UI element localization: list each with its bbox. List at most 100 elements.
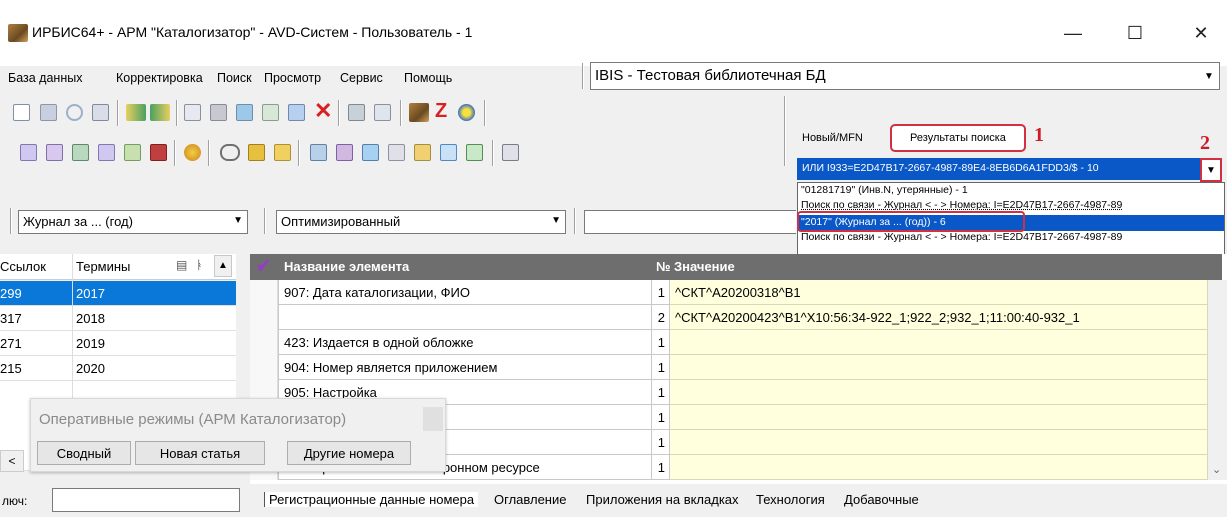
- link-icon[interactable]: [220, 144, 240, 161]
- chevron-down-icon[interactable]: ▼: [1199, 63, 1219, 89]
- copy-record-icon[interactable]: [92, 104, 109, 121]
- table-row[interactable]: 2 ^СКТ^A20200423^B1^X10:56:34-922_1;922_2…: [250, 305, 1208, 330]
- z-server-icon[interactable]: Z: [435, 100, 452, 122]
- arrow-icon[interactable]: [362, 144, 379, 161]
- menu-search[interactable]: Поиск: [217, 71, 252, 85]
- table-row[interactable]: 907: Дата каталогизации, ФИО 1 ^СКТ^A20200…: [250, 280, 1208, 305]
- table-row[interactable]: 904: Номер является приложением 1: [250, 355, 1208, 380]
- other-issues-button[interactable]: Другие номера: [287, 441, 411, 465]
- column-name[interactable]: Название элемента: [284, 259, 409, 274]
- column-links[interactable]: Ссылок: [0, 259, 46, 274]
- report-icon[interactable]: [440, 144, 457, 161]
- search-term-input[interactable]: [584, 210, 796, 234]
- mode-select[interactable]: Оптимизированный ▼: [276, 210, 566, 234]
- chevron-down-icon[interactable]: ▼: [1200, 158, 1222, 182]
- field-value[interactable]: ^СКТ^A20200318^B1: [670, 280, 1208, 305]
- field-value[interactable]: [670, 330, 1208, 355]
- tree-icon[interactable]: [262, 104, 279, 121]
- check-icon[interactable]: ✔: [256, 256, 271, 277]
- settings-icon[interactable]: [502, 144, 519, 161]
- folder-open-icon[interactable]: [248, 144, 265, 161]
- prev-record-icon[interactable]: [126, 104, 146, 121]
- tab-attachments[interactable]: Приложения на вкладках: [582, 492, 743, 507]
- separator: [492, 140, 494, 166]
- tab-additional[interactable]: Добавочные: [840, 492, 923, 507]
- pin-icon[interactable]: ᚭ: [196, 258, 203, 272]
- list-item[interactable]: 215 2020: [0, 356, 236, 381]
- eraser-icon[interactable]: [150, 144, 167, 161]
- column-number[interactable]: №: [656, 259, 671, 274]
- column-terms[interactable]: Термины: [76, 259, 130, 274]
- field-value[interactable]: [670, 380, 1208, 405]
- field-value[interactable]: [670, 455, 1208, 480]
- save-icon[interactable]: [40, 104, 57, 121]
- menu-database[interactable]: База данных: [8, 71, 82, 85]
- list-item[interactable]: 299 2017: [0, 281, 236, 306]
- catalog-3-icon[interactable]: [98, 144, 115, 161]
- scroll-left-icon[interactable]: <: [0, 450, 24, 472]
- globe-icon[interactable]: [458, 104, 475, 121]
- maximize-button[interactable]: ☐: [1112, 16, 1158, 50]
- field-value[interactable]: [670, 430, 1208, 455]
- tab-new-mfn[interactable]: Новый/MFN: [802, 132, 863, 144]
- layers-icon[interactable]: [236, 104, 253, 121]
- dropdown-item[interactable]: Поиск по связи - Журнал < - > Номера: I=…: [801, 231, 1122, 243]
- catalog-2-icon[interactable]: [46, 144, 63, 161]
- field-name: 907: Дата каталогизации, ФИО: [278, 280, 652, 305]
- tab-search-results[interactable]: Результаты поиска: [890, 124, 1026, 152]
- dropdown-item[interactable]: Поиск по связи - Журнал < - > Номера: I=…: [801, 199, 1122, 211]
- search-results-combo[interactable]: ИЛИ I933=E2D47B17-2667-4987-89E4-8EB6D6A…: [797, 158, 1201, 180]
- tab-technology[interactable]: Технология: [752, 492, 829, 507]
- database-select[interactable]: IBIS - Тестовая библиотечная БД ▼: [590, 62, 1220, 90]
- close-button[interactable]: ✕: [1178, 16, 1224, 50]
- image-icon[interactable]: [72, 144, 89, 161]
- undo-icon[interactable]: [66, 104, 83, 121]
- dropdown-item[interactable]: "01281719" (Инв.N, утерянные) - 1: [801, 184, 968, 196]
- delete-icon[interactable]: ✕: [314, 100, 332, 122]
- field-name: [278, 305, 652, 330]
- menu-edit[interactable]: Корректировка: [116, 71, 203, 85]
- new-article-button[interactable]: Новая статья: [135, 441, 265, 465]
- print-icon[interactable]: [348, 104, 365, 121]
- popup-handle[interactable]: [423, 407, 443, 431]
- format-icon[interactable]: [184, 104, 201, 121]
- folder-star-icon[interactable]: [414, 144, 431, 161]
- new-document-icon[interactable]: [13, 104, 30, 121]
- table-row[interactable]: 423: Издается в одной обложке 1: [250, 330, 1208, 355]
- tools-icon[interactable]: [184, 144, 201, 161]
- branch-icon[interactable]: [124, 144, 141, 161]
- chevron-down-icon[interactable]: ⌄: [1212, 463, 1221, 476]
- catalog-icon[interactable]: [20, 144, 37, 161]
- scroll-up-icon[interactable]: ▲: [214, 255, 232, 277]
- next-record-icon[interactable]: [150, 104, 170, 121]
- folder-icon[interactable]: [274, 144, 291, 161]
- chevron-down-icon[interactable]: ▼: [551, 215, 561, 226]
- spreadsheet-icon[interactable]: [466, 144, 483, 161]
- list-item[interactable]: 317 2018: [0, 306, 236, 331]
- dictionary-select[interactable]: Журнал за ... (год) ▼: [18, 210, 248, 234]
- magic-icon[interactable]: [336, 144, 353, 161]
- field-value[interactable]: ^СКТ^A20200423^B1^X10:56:34-922_1;922_2;…: [670, 305, 1208, 330]
- separator: [264, 208, 266, 234]
- check-icon[interactable]: [288, 104, 305, 121]
- chevron-down-icon[interactable]: ▼: [233, 215, 243, 226]
- export-icon[interactable]: [374, 104, 391, 121]
- tab-registration[interactable]: Регистрационные данные номера: [264, 492, 479, 507]
- grid-icon[interactable]: [210, 104, 227, 121]
- key-input[interactable]: [52, 488, 240, 512]
- field-value[interactable]: [670, 355, 1208, 380]
- copy-icon[interactable]: [388, 144, 405, 161]
- summary-button[interactable]: Сводный: [37, 441, 131, 465]
- document-icon[interactable]: ▤: [176, 258, 187, 272]
- field-value[interactable]: [670, 405, 1208, 430]
- tab-contents[interactable]: Оглавление: [490, 492, 570, 507]
- list-item[interactable]: 271 2019: [0, 331, 236, 356]
- vertical-scrollbar[interactable]: ⌄: [1208, 280, 1227, 480]
- menu-view[interactable]: Просмотр: [264, 71, 321, 85]
- minimize-button[interactable]: —: [1050, 16, 1096, 50]
- irbis-icon[interactable]: [409, 103, 429, 122]
- recycle-icon[interactable]: [310, 144, 327, 161]
- column-value[interactable]: Значение: [674, 259, 735, 274]
- menu-help[interactable]: Помощь: [404, 71, 452, 85]
- menu-service[interactable]: Сервис: [340, 71, 383, 85]
